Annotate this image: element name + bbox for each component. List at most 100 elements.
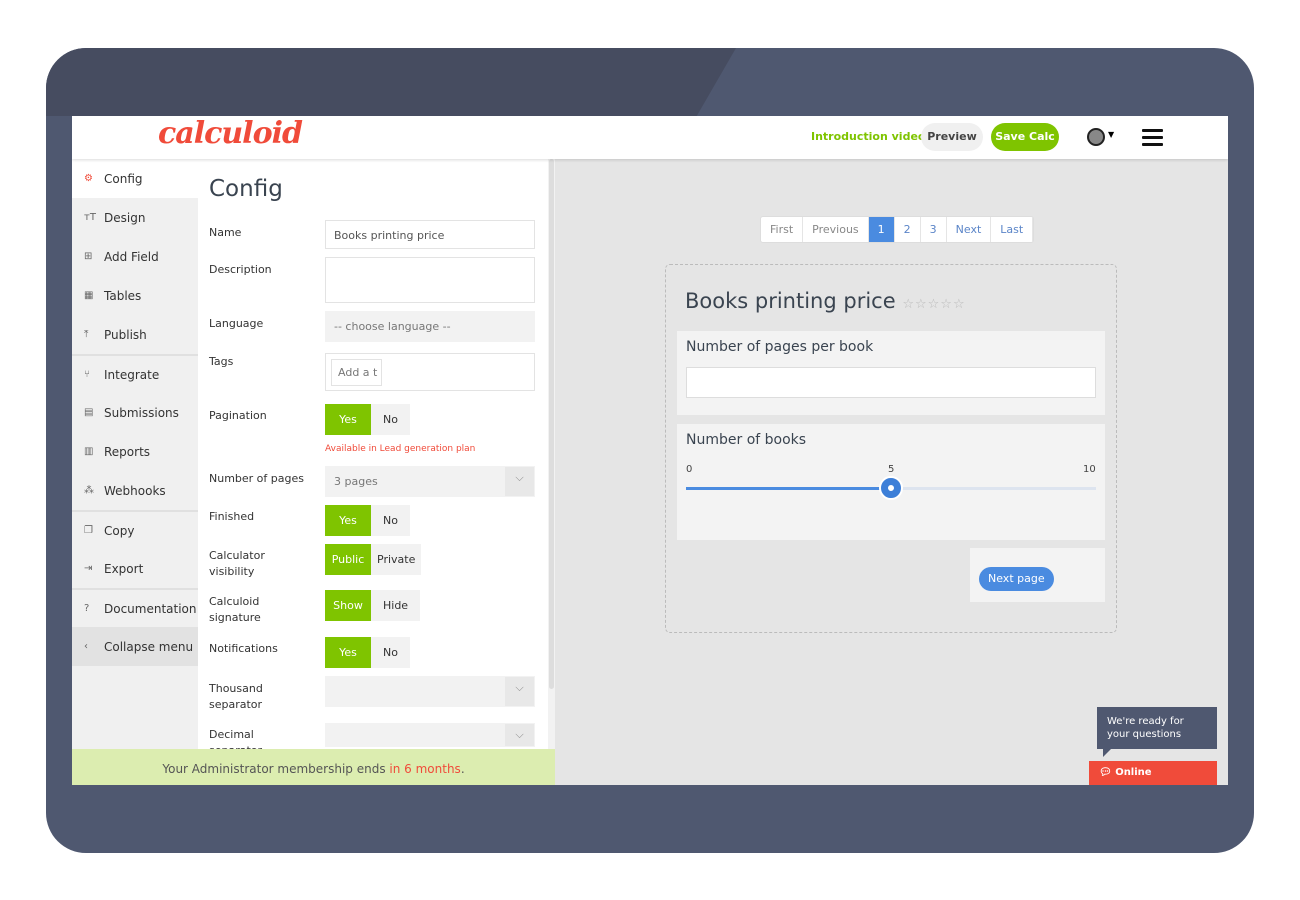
- sidebar-item-copy[interactable]: ❐ Copy: [72, 510, 198, 549]
- pages-label: Number of pages: [209, 472, 304, 485]
- sidebar-item-label: Submissions: [104, 405, 179, 420]
- chat-online-button[interactable]: 💬︎ Online: [1089, 761, 1217, 785]
- sidebar-item-label: Documentation: [104, 601, 197, 616]
- finished-toggle[interactable]: Yes No: [325, 505, 410, 536]
- show-option[interactable]: Show: [325, 590, 371, 621]
- sidebar-item-tables[interactable]: ▦ Tables: [72, 276, 198, 315]
- page-last[interactable]: Last: [991, 217, 1034, 242]
- sidebar-item-webhooks[interactable]: ⁂ Webhooks: [72, 471, 198, 510]
- slider-fill: [686, 487, 891, 490]
- preview-button[interactable]: Preview: [921, 123, 983, 151]
- sidebar-item-publish[interactable]: ⤒ Publish: [72, 315, 198, 354]
- save-calc-button[interactable]: Save Calc: [991, 123, 1059, 151]
- gear-icon: ⚙: [84, 173, 93, 184]
- pagination-toggle[interactable]: Yes No: [325, 404, 410, 435]
- export-icon: ⇥: [84, 563, 93, 574]
- sidebar-item-label: Publish: [104, 327, 147, 342]
- no-option[interactable]: No: [371, 404, 410, 435]
- sidebar-item-integrate[interactable]: ⑂ Integrate: [72, 354, 198, 393]
- sidebar-item-documentation[interactable]: ? Documentation: [72, 588, 198, 627]
- notifications-toggle[interactable]: Yes No: [325, 637, 410, 668]
- membership-text: Your Administrator membership ends: [162, 762, 390, 776]
- no-option[interactable]: No: [371, 637, 410, 668]
- sidebar-item-label: Config: [104, 171, 143, 186]
- thousand-separator-select[interactable]: [325, 676, 535, 707]
- page-3[interactable]: 3: [921, 217, 947, 242]
- sidebar-item-add-field[interactable]: ⊞ Add Field: [72, 237, 198, 276]
- sidebar-item-label: Export: [104, 561, 144, 576]
- sidebar-item-label: Design: [104, 210, 146, 225]
- caret-down-icon[interactable]: ▼: [1108, 130, 1114, 139]
- pages-per-book-input[interactable]: [686, 367, 1096, 398]
- pagination: First Previous 1 2 3 Next Last: [760, 216, 1035, 243]
- scrollbar[interactable]: [548, 159, 555, 749]
- name-input[interactable]: Books printing price: [325, 220, 535, 249]
- decimal-separator-select[interactable]: [325, 723, 535, 747]
- online-label: Online: [1115, 767, 1152, 778]
- books-slider[interactable]: [686, 476, 1096, 500]
- page-first[interactable]: First: [761, 217, 804, 242]
- question-icon: ?: [84, 603, 90, 614]
- top-bar: calculoid Introduction video Preview Sav…: [72, 116, 1228, 159]
- public-option[interactable]: Public: [325, 544, 371, 575]
- pages-select[interactable]: 3 pages: [325, 466, 535, 497]
- pages-value: 3 pages: [334, 475, 378, 488]
- description-label: Description: [209, 263, 272, 276]
- logo: calculoid: [158, 116, 303, 151]
- no-option[interactable]: No: [371, 505, 410, 536]
- calculator-preview: Books printing price ☆☆☆☆☆ Number of pag…: [665, 264, 1117, 633]
- pages-field-label: Number of pages per book: [686, 339, 874, 355]
- tags-input[interactable]: Add a t: [325, 353, 535, 391]
- sidebar-item-label: Add Field: [104, 249, 159, 264]
- visibility-toggle[interactable]: Public Private: [325, 544, 422, 575]
- yes-option[interactable]: Yes: [325, 404, 371, 435]
- sidebar-item-export[interactable]: ⇥ Export: [72, 549, 198, 588]
- sidebar-item-config[interactable]: ⚙ Config: [72, 159, 198, 198]
- copy-icon: ❐: [84, 525, 93, 536]
- sidebar-item-reports[interactable]: ▥ Reports: [72, 432, 198, 471]
- rating-stars[interactable]: ☆☆☆☆☆: [902, 297, 965, 312]
- description-textarea[interactable]: [325, 257, 535, 303]
- hide-option[interactable]: Hide: [371, 590, 421, 621]
- page-previous[interactable]: Previous: [803, 217, 869, 242]
- sidebar: ⚙ Config ᴛT Design ⊞ Add Field ▦ Tables ⤒ Publish…: [72, 159, 198, 749]
- tags-placeholder[interactable]: Add a t: [331, 359, 382, 386]
- introduction-video-link[interactable]: Introduction video: [811, 130, 925, 143]
- slider-max: 10: [1083, 464, 1096, 475]
- hamburger-menu-icon[interactable]: [1142, 129, 1163, 150]
- sidebar-item-label: Webhooks: [104, 483, 166, 498]
- next-card: Next page: [970, 548, 1105, 602]
- plus-square-icon: ⊞: [84, 251, 93, 262]
- user-avatar-icon[interactable]: [1087, 128, 1105, 146]
- private-option[interactable]: Private: [371, 544, 422, 575]
- notifications-label: Notifications: [209, 642, 278, 655]
- finished-label: Finished: [209, 510, 255, 523]
- sidebar-item-label: Copy: [104, 523, 135, 538]
- yes-option[interactable]: Yes: [325, 637, 371, 668]
- signature-toggle[interactable]: Show Hide: [325, 590, 421, 621]
- sidebar-item-collapse-menu[interactable]: ‹ Collapse menu: [72, 627, 198, 666]
- config-panel: Config Name Books printing price Descrip…: [198, 124, 548, 749]
- membership-end: .: [460, 762, 465, 776]
- page-2[interactable]: 2: [895, 217, 921, 242]
- tags-label: Tags: [209, 355, 234, 368]
- sidebar-item-submissions[interactable]: ▤ Submissions: [72, 393, 198, 432]
- language-select[interactable]: -- choose language --: [325, 311, 535, 342]
- next-page-button[interactable]: Next page: [979, 567, 1054, 591]
- slider-mid: 5: [888, 464, 895, 475]
- slider-min: 0: [686, 464, 693, 475]
- membership-highlight: in 6 months: [389, 762, 461, 776]
- sidebar-item-label: Integrate: [104, 367, 160, 382]
- app-screen: calculoid Introduction video Preview Sav…: [72, 116, 1228, 785]
- books-field-label: Number of books: [686, 432, 807, 448]
- branch-icon: ⑂: [84, 369, 90, 380]
- decimal-separator-label: Decimal separator: [209, 728, 262, 749]
- pagination-note: Available in Lead generation plan: [325, 444, 476, 454]
- yes-option[interactable]: Yes: [325, 505, 371, 536]
- page-next[interactable]: Next: [947, 217, 992, 242]
- page-1[interactable]: 1: [868, 217, 895, 242]
- sidebar-item-label: Reports: [104, 444, 151, 459]
- sidebar-item-design[interactable]: ᴛT Design: [72, 198, 198, 237]
- language-label: Language: [209, 317, 264, 330]
- slider-handle[interactable]: [879, 476, 903, 500]
